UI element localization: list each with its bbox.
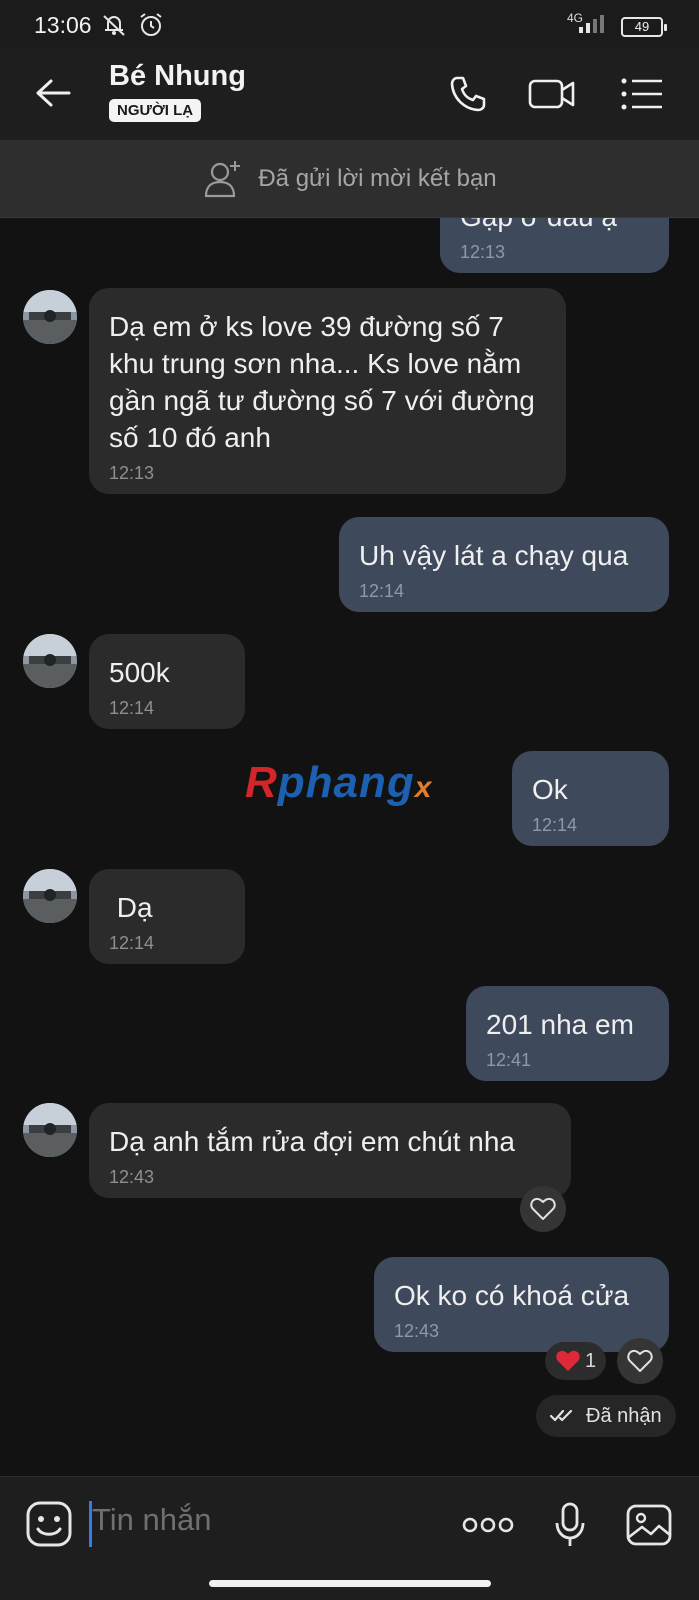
- friend-request-bar[interactable]: Đã gửi lời mời kết bạn: [0, 140, 699, 218]
- battery-icon: 49: [621, 16, 667, 37]
- add-friend-icon: [205, 160, 241, 197]
- chat-header: Bé Nhung NGƯỜI LẠ: [0, 48, 699, 140]
- system-nav-bar: [0, 1570, 699, 1600]
- heart-outline-icon: [627, 1349, 653, 1372]
- message-text: Dạ em ở ks love 39 đường số 7 khu trung …: [109, 311, 535, 453]
- video-call-button[interactable]: [526, 68, 578, 120]
- avatar[interactable]: [23, 869, 77, 923]
- message-bubble-incoming[interactable]: Dạ em ở ks love 39 đường số 7 khu trung …: [89, 288, 566, 494]
- message-time: 12:13: [109, 463, 155, 483]
- message-bubble-incoming[interactable]: Dạ anh tắm rửa đợi em chút nha 12:43: [89, 1103, 571, 1198]
- more-button[interactable]: [462, 1499, 514, 1551]
- message-input[interactable]: Tin nhắn: [92, 1502, 212, 1538]
- message-text: Ok ko có khoá cửa: [394, 1280, 630, 1311]
- reaction-summary[interactable]: 1: [545, 1342, 607, 1380]
- message-text: Dạ: [109, 892, 153, 923]
- avatar[interactable]: [23, 634, 77, 688]
- network-type: 4G: [567, 11, 584, 25]
- mute-icon: [100, 12, 128, 43]
- message-time: 12:43: [109, 1167, 155, 1187]
- react-button[interactable]: [617, 1338, 663, 1384]
- watermark-logo: Rphangx: [245, 758, 433, 807]
- status-bar: 13:06 4G 49: [0, 0, 699, 48]
- heart-filled-icon: [556, 1350, 580, 1371]
- microphone-icon: [555, 1502, 585, 1546]
- message-time: 12:14: [109, 933, 155, 953]
- message-time: 12:43: [394, 1321, 440, 1341]
- message-bubble-outgoing[interactable]: Ok 12:14: [512, 751, 669, 846]
- message-time: 12:41: [486, 1050, 532, 1070]
- voice-message-button[interactable]: [544, 1499, 596, 1551]
- react-button[interactable]: [520, 1186, 566, 1232]
- message-text: Gặp ở đâu ạ: [460, 218, 617, 232]
- sticker-icon: [26, 1501, 72, 1547]
- menu-list-icon: [621, 78, 662, 110]
- message-bubble-incoming[interactable]: 500k 12:14: [89, 634, 245, 729]
- sticker-button[interactable]: [24, 1499, 74, 1549]
- signal-icon: 4G: [567, 11, 611, 40]
- message-time: 12:13: [460, 242, 506, 262]
- message-bubble-incoming[interactable]: Dạ 12:14: [89, 869, 245, 964]
- menu-button[interactable]: [616, 68, 668, 120]
- battery-level: 49: [634, 19, 650, 34]
- message-bubble-outgoing[interactable]: Ok ko có khoá cửa 12:43: [374, 1257, 669, 1352]
- back-arrow-icon: [36, 79, 71, 107]
- message-time: 12:14: [109, 698, 155, 718]
- message-text: Uh vậy lát a chạy qua: [359, 540, 629, 571]
- message-bubble-outgoing[interactable]: 201 nha em 12:41: [466, 986, 669, 1081]
- more-dots-icon: [462, 1517, 514, 1533]
- avatar[interactable]: [23, 1103, 77, 1157]
- avatar[interactable]: [23, 290, 77, 344]
- video-call-icon: [528, 79, 575, 109]
- friend-request-status: Đã gửi lời mời kết bạn: [258, 164, 497, 192]
- message-text: Ok: [532, 774, 568, 805]
- message-list[interactable]: Gặp ở đâu ạ 12:13 Dạ em ở ks love 39 đườ…: [0, 218, 699, 1476]
- delivery-status-text: Đã nhận: [586, 1404, 662, 1427]
- home-indicator[interactable]: [209, 1580, 491, 1587]
- back-button[interactable]: [30, 70, 76, 116]
- voice-call-button[interactable]: [442, 68, 494, 120]
- message-input-bar: Tin nhắn: [0, 1476, 699, 1570]
- status-time: 13:06: [34, 12, 92, 38]
- delivery-status: Đã nhận: [536, 1395, 676, 1437]
- phone-icon: [450, 76, 486, 112]
- image-button[interactable]: [623, 1499, 675, 1551]
- message-text: Dạ anh tắm rửa đợi em chút nha: [109, 1126, 515, 1157]
- message-text: 201 nha em: [486, 1009, 634, 1040]
- double-check-icon: [550, 1409, 573, 1422]
- stranger-badge: NGƯỜI LẠ: [109, 99, 202, 122]
- image-icon: [626, 1504, 672, 1546]
- heart-outline-icon: [530, 1197, 556, 1220]
- message-time: 12:14: [532, 815, 578, 835]
- message-text: 500k: [109, 657, 170, 688]
- contact-name[interactable]: Bé Nhung: [109, 60, 246, 93]
- message-bubble-outgoing[interactable]: Gặp ở đâu ạ 12:13: [440, 218, 669, 273]
- message-bubble-outgoing[interactable]: Uh vậy lát a chạy qua 12:14: [339, 517, 669, 612]
- reaction-count: 1: [585, 1349, 597, 1372]
- alarm-icon: [138, 12, 164, 43]
- message-time: 12:14: [359, 581, 405, 601]
